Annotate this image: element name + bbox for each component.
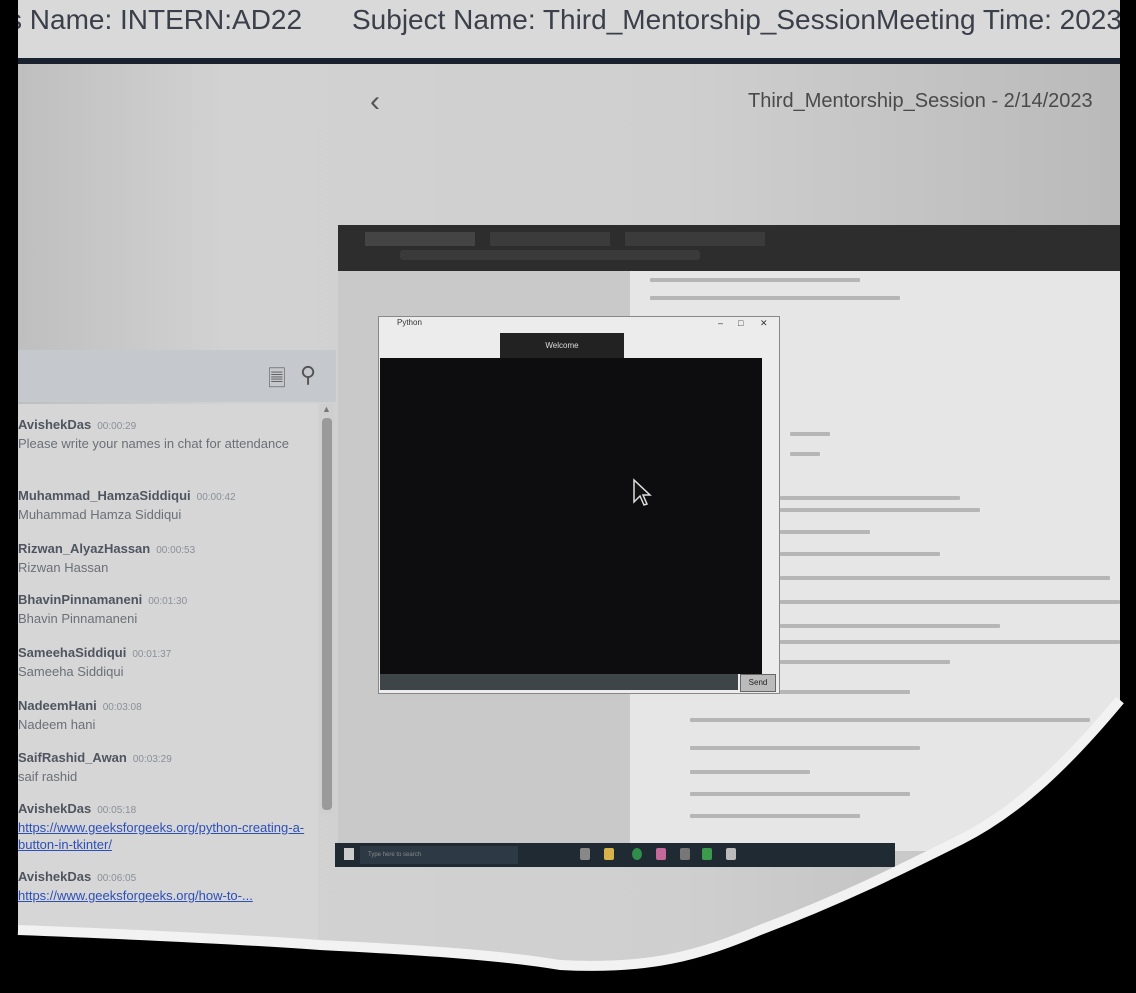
chat-text: Muhammad Hamza Siddiqui — [18, 507, 182, 522]
chat-timestamp: 00:00:29 — [97, 421, 137, 432]
chat-message: AvishekDas 00:06:05 https://www.geeksforg… — [18, 868, 308, 904]
taskbar-app-icon[interactable] — [656, 848, 666, 860]
code-line — [780, 496, 960, 500]
chat-link[interactable]: https://www.geeksforgeeks.org/python-cre… — [18, 820, 304, 852]
close-icon[interactable]: ✕ — [760, 318, 768, 329]
maximize-icon[interactable]: □ — [738, 318, 743, 328]
chat-text: Sameeha Siddiqui — [18, 664, 124, 679]
chat-text: Rizwan Hassan — [18, 560, 109, 575]
chat-author: SaifRashid_Awan — [18, 750, 127, 765]
tk-window-title: Python — [397, 318, 422, 327]
taskbar-app-icon[interactable] — [580, 848, 590, 860]
code-line — [690, 746, 920, 750]
chat-timestamp: 00:01:37 — [132, 649, 172, 660]
meeting-info-bar: ss Name: INTERN:AD22 Subject Name: Third… — [0, 0, 1136, 64]
chat-message: AvishekDas 00:00:29 Please write your nam… — [18, 416, 308, 452]
taskbar-app-icon[interactable] — [632, 848, 642, 860]
subject-name-label: Subject Name: Third_Mentorship_Session — [352, 4, 876, 35]
chat-message: AvishekDas 00:05:18 https://www.geeksforg… — [18, 800, 308, 853]
photo: ss Name: INTERN:AD22 Subject Name: Third… — [0, 0, 1136, 993]
windows-start-icon[interactable] — [344, 848, 354, 860]
code-line — [790, 452, 820, 456]
send-button[interactable]: Send — [740, 674, 776, 692]
taskbar-app-icon[interactable] — [702, 848, 712, 860]
download-icon[interactable]: 🗏 — [268, 362, 286, 400]
taskbar-app-icon[interactable] — [680, 848, 690, 860]
chat-author: AvishekDas — [18, 801, 92, 816]
search-icon[interactable]: ⚲ — [300, 362, 316, 388]
chat-author: AvishekDas — [18, 417, 92, 432]
chat-message: Rizwan_AlyazHassan 00:00:53 Rizwan Hassan — [18, 540, 308, 576]
code-line — [690, 792, 910, 796]
chat-author: BhavinPinnamaneni — [18, 592, 143, 607]
chat-header — [18, 350, 336, 402]
chat-author: SameehaSiddiqui — [18, 645, 127, 660]
chat-author: Rizwan_AlyazHassan — [18, 541, 151, 556]
scroll-up-icon[interactable]: ▲ — [322, 404, 331, 414]
chat-text: Bhavin Pinnamaneni — [18, 611, 138, 626]
code-line — [780, 690, 910, 694]
chat-link[interactable]: https://www.geeksforgeeks.org/how-to-... — [18, 888, 253, 903]
class-name-label: ss Name: INTERN:AD22 — [0, 4, 303, 35]
chat-timestamp: 00:05:18 — [97, 805, 137, 816]
chat-message: SaifRashid_Awan 00:03:29 saif rashid — [18, 749, 308, 785]
chat-timestamp: 00:03:29 — [132, 754, 172, 765]
chat-scrollbar-thumb[interactable] — [322, 418, 332, 810]
chat-text: Please write your names in chat for atte… — [18, 436, 289, 451]
message-entry[interactable] — [380, 674, 738, 690]
chat-author: Muhammad_HamzaSiddiqui — [18, 488, 191, 503]
chat-text: Nadeem hani — [18, 717, 96, 732]
code-line — [650, 278, 860, 282]
chat-author: NadeemHani — [18, 698, 97, 713]
code-line — [780, 552, 940, 556]
chat-timestamp: 00:06:05 — [97, 873, 137, 884]
code-line — [780, 508, 980, 512]
code-line — [780, 660, 950, 664]
code-line — [780, 530, 870, 534]
code-line — [780, 576, 1110, 580]
code-line — [790, 432, 830, 436]
chat-timestamp: 00:01:30 — [148, 596, 188, 607]
back-arrow-icon[interactable]: ‹ — [370, 85, 380, 119]
address-bar[interactable] — [400, 250, 700, 260]
chat-author: AvishekDas — [18, 869, 92, 884]
browser-tab[interactable] — [365, 232, 475, 246]
welcome-label: Welcome — [500, 333, 624, 359]
taskbar-search[interactable]: Type here to search — [360, 846, 518, 864]
browser-tab[interactable] — [625, 232, 765, 246]
code-line — [650, 296, 900, 300]
meeting-time-label: Meeting Time: 2023-0 — [876, 4, 1136, 35]
chat-message: BhavinPinnamaneni 00:01:30 Bhavin Pinnama… — [18, 591, 308, 627]
taskbar-app-icon[interactable] — [604, 848, 614, 860]
browser-tab[interactable] — [490, 232, 610, 246]
chat-message: NadeemHani 00:03:08 Nadeem hani — [18, 697, 308, 733]
taskbar-app-icon[interactable] — [726, 848, 736, 860]
chat-timestamp: 00:00:53 — [156, 545, 196, 556]
chat-canvas — [380, 358, 762, 674]
mouse-cursor-icon — [633, 478, 652, 506]
code-line — [690, 770, 810, 774]
code-line — [780, 624, 1000, 628]
chat-message: Muhammad_HamzaSiddiqui 00:00:42 Muhammad … — [18, 487, 308, 523]
code-line — [690, 718, 1090, 722]
code-line — [690, 814, 860, 818]
chat-message: SameehaSiddiqui 00:01:37 Sameeha Siddiqui — [18, 644, 308, 680]
code-line — [780, 640, 1120, 644]
chat-text: saif rashid — [18, 769, 78, 784]
recording-title: Third_Mentorship_Session - 2/14/2023 — [748, 90, 1093, 112]
chat-timestamp: 00:00:42 — [196, 492, 236, 503]
code-line — [780, 600, 1120, 604]
chat-timestamp: 00:03:08 — [102, 702, 142, 713]
minimize-icon[interactable]: – — [718, 318, 723, 328]
